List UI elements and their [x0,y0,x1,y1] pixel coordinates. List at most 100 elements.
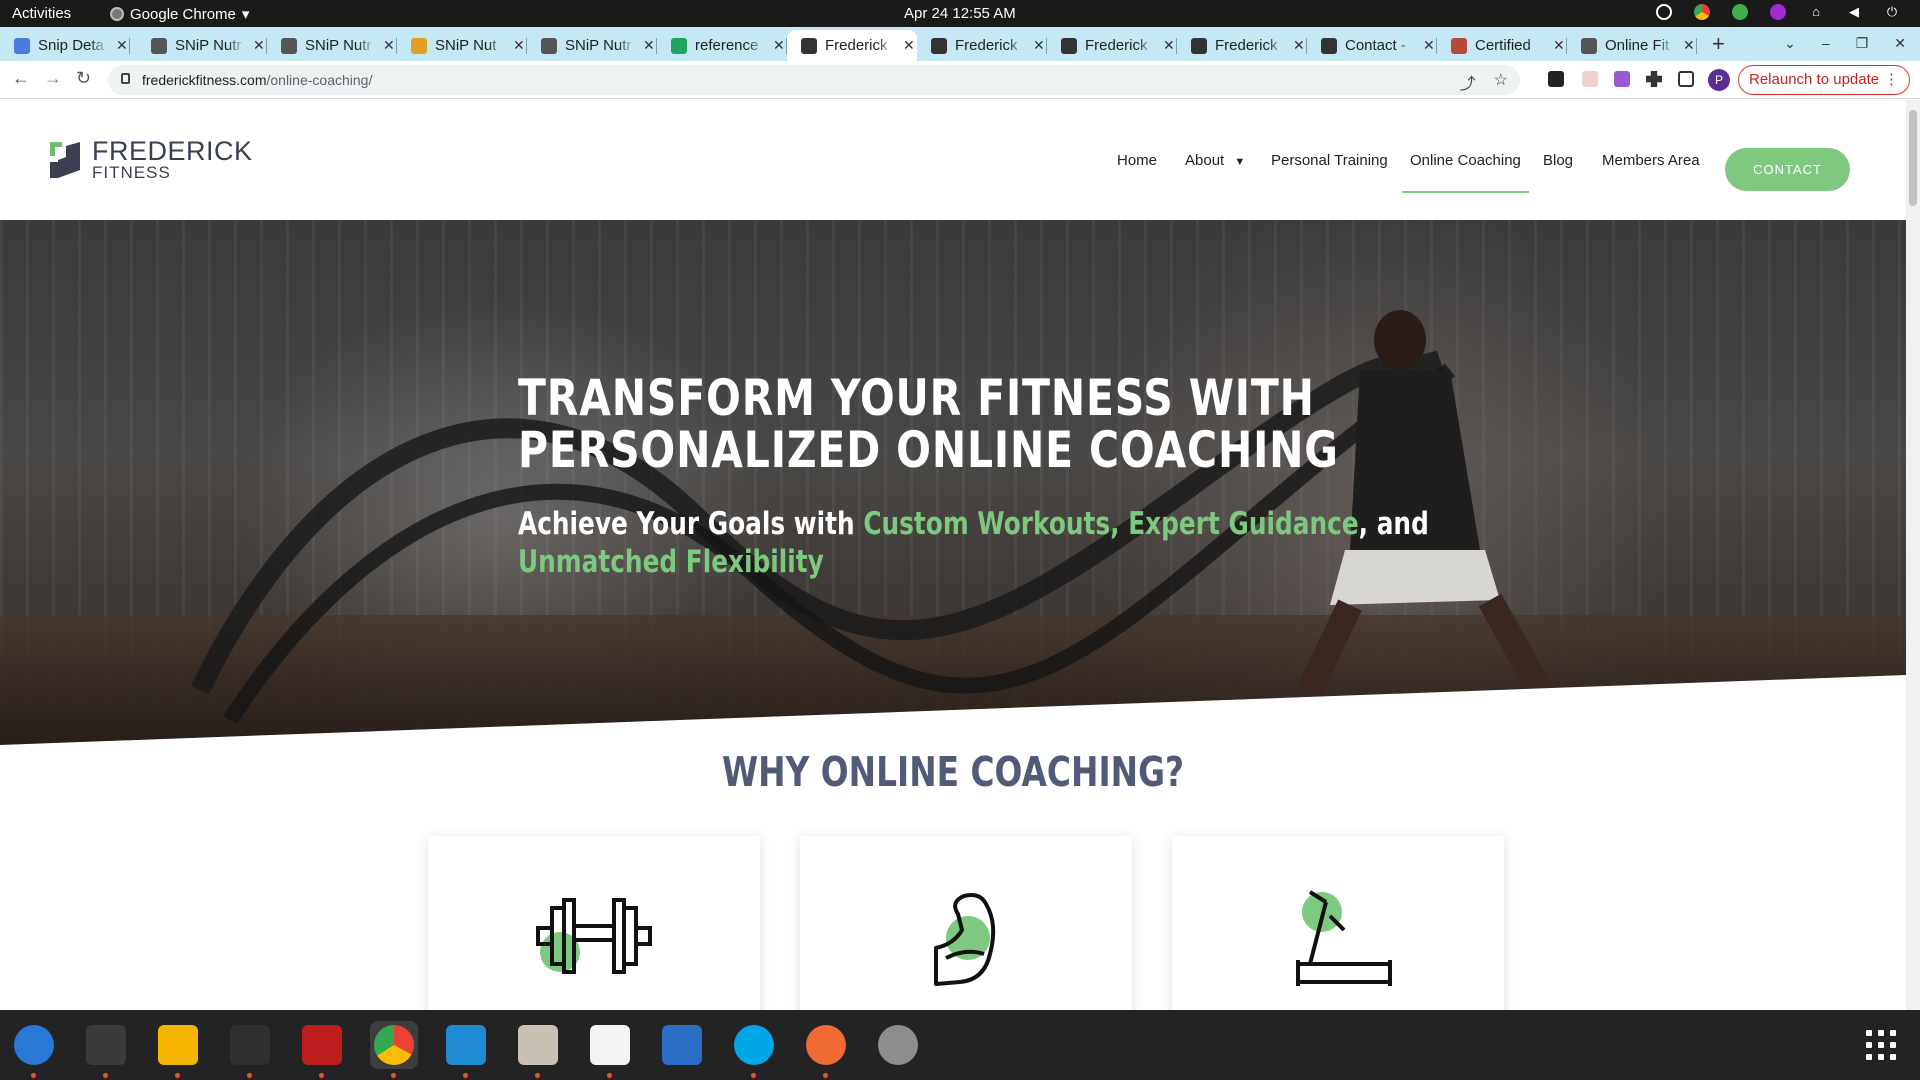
side-panel-icon[interactable] [1678,71,1694,87]
browser-tab[interactable]: Certified ✕ [1437,30,1567,61]
volume-icon[interactable]: ◀ [1846,4,1862,20]
tab-search-icon[interactable]: ⌄ [1784,35,1796,52]
browser-tab[interactable]: Contact - ✕ [1307,30,1437,61]
clock[interactable]: Apr 24 12:55 AM [904,5,1016,22]
minimize-icon[interactable]: – [1822,35,1830,52]
close-window-icon[interactable]: ✕ [1894,35,1906,52]
browser-tab[interactable]: Frederick ✕ [787,30,917,61]
skype-icon[interactable] [730,1021,778,1078]
vscode-icon[interactable] [442,1021,490,1078]
window-controls: ⌄ – ❐ ✕ [1784,35,1906,52]
snip-icon [281,37,297,54]
dumbbell-icon [536,898,652,974]
forward-icon[interactable]: → [44,68,62,89]
browser-tab[interactable]: Frederick ✕ [917,30,1047,61]
writer-glyph [662,1025,702,1065]
calculator-glyph [158,1025,198,1065]
eyedropper-extension-icon[interactable] [1548,71,1564,87]
back-icon[interactable]: ← [12,68,30,89]
share-icon[interactable]: ⤴ [1460,70,1476,94]
page-scrollbar[interactable] [1906,100,1920,1010]
close-tab-icon[interactable]: ✕ [1293,37,1305,54]
writer-icon[interactable] [658,1021,706,1069]
status-icon[interactable] [1656,4,1672,20]
close-tab-icon[interactable]: ✕ [1033,37,1045,54]
calendar-extension-icon[interactable] [1582,71,1598,87]
chrome-tray-icon[interactable] [1694,4,1710,20]
restore-icon[interactable]: ❐ [1856,35,1869,52]
close-tab-icon[interactable]: ✕ [253,37,265,54]
close-tab-icon[interactable]: ✕ [513,37,525,54]
filezilla-icon[interactable] [298,1021,346,1078]
activities-button[interactable]: Activities [12,5,71,22]
docs-icon [14,37,30,54]
why-heading: WHY ONLINE COACHING? [721,748,1185,796]
close-tab-icon[interactable]: ✕ [383,37,395,54]
files-icon[interactable] [514,1021,562,1078]
thunderbird-icon[interactable] [10,1021,58,1078]
disk-icon[interactable] [874,1021,922,1069]
color-picker-tray-icon[interactable] [1770,4,1786,20]
reload-icon[interactable]: ↻ [76,68,91,89]
power-icon[interactable]: ⏻ [1884,4,1900,20]
menu-item-members-area[interactable]: Members Area [1602,152,1700,169]
new-tab-button[interactable]: + [1712,31,1725,57]
tab-separator [129,38,130,54]
menu-item-blog[interactable]: Blog [1543,152,1573,169]
tab-title: SNiP Nutr [175,37,242,54]
browser-tab[interactable]: SNiP Nutr ✕ [137,30,267,61]
browser-tab[interactable]: reference ✕ [657,30,787,61]
contact-button[interactable]: CONTACT [1725,148,1850,191]
thunderbird-glyph [14,1025,54,1065]
browser-tab[interactable]: SNiP Nutr ✕ [527,30,657,61]
browser-tab[interactable]: Frederick ✕ [1177,30,1307,61]
battle-ropes-image [190,310,1552,725]
frederick-fitness-logo[interactable]: FREDERICK FITNESS [48,138,253,182]
browser-tab[interactable]: Snip Deta ✕ [0,30,130,61]
bookmark-star-icon[interactable]: ☆ [1494,70,1508,94]
close-tab-icon[interactable]: ✕ [1683,37,1695,54]
close-tab-icon[interactable]: ✕ [1163,37,1175,54]
hero-subtitle: Achieve Your Goals with Custom Workouts,… [518,506,1429,580]
running-indicator [751,1073,756,1078]
scrollbar-thumb[interactable] [1909,110,1917,206]
show-applications-icon[interactable] [1866,1030,1896,1060]
browser-tab[interactable]: SNiP Nut ✕ [397,30,527,61]
system-monitor-icon[interactable] [226,1021,274,1078]
browser-tab[interactable]: Frederick ✕ [1047,30,1177,61]
menu-item-personal-training[interactable]: Personal Training [1271,152,1388,169]
terminal-icon[interactable] [82,1021,130,1078]
browser-tab[interactable]: SNiP Nutr ✕ [267,30,397,61]
url-text[interactable]: frederickfitness.com/online-coaching/ [142,72,372,88]
filezilla-glyph [302,1025,342,1065]
calculator-icon[interactable] [154,1021,202,1078]
network-icon[interactable]: ⌂ [1808,4,1824,20]
browser-toolbar: ← → ↻ frederickfitness.com/online-coachi… [0,61,1920,99]
caret-down-icon: ▾ [241,6,250,23]
menu-item-home[interactable]: Home [1117,152,1157,169]
close-tab-icon[interactable]: ✕ [643,37,655,54]
system-tray[interactable]: ⌂ ◀ ⏻ [1656,4,1900,20]
postman-icon[interactable] [802,1021,850,1078]
menu-item-online-coaching[interactable]: Online Coaching [1402,152,1529,193]
chrome-icon[interactable] [370,1021,418,1078]
address-bar[interactable]: frederickfitness.com/online-coaching/ ⤴ … [108,65,1520,95]
profile-avatar[interactable]: P [1708,69,1730,91]
close-tab-icon[interactable]: ✕ [903,37,915,54]
close-tab-icon[interactable]: ✕ [1423,37,1435,54]
menu-item-about[interactable]: About ▼ [1185,152,1245,169]
close-tab-icon[interactable]: ✕ [1553,37,1565,54]
pen-extension-icon[interactable] [1614,71,1630,87]
more-menu-icon[interactable]: ⋮ [1884,66,1899,94]
extensions-puzzle-icon[interactable] [1646,71,1662,87]
app-menu[interactable]: Google Chrome ▾ [110,5,249,23]
close-tab-icon[interactable]: ✕ [116,37,128,54]
tab-strip: Snip Deta ✕ SNiP Nutr ✕ SNiP Nutr ✕ SNiP Nut ✕ S… [0,27,1920,61]
relaunch-to-update-button[interactable]: Relaunch to update ⋮ [1738,65,1910,95]
close-tab-icon[interactable]: ✕ [773,37,785,54]
text-editor-icon[interactable] [586,1021,634,1078]
lock-icon[interactable] [121,73,130,84]
browser-tab[interactable]: Online Fit ✕ [1567,30,1697,61]
sheets-icon [671,37,687,54]
check-tray-icon[interactable] [1732,4,1748,20]
